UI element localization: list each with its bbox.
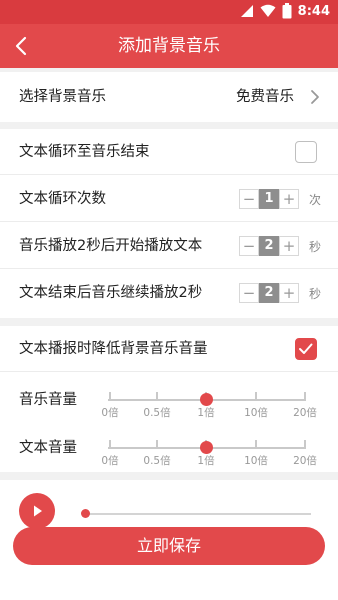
signal-icon [240,5,253,17]
slider-tick [255,392,257,400]
play-icon [34,505,42,517]
wifi-icon [260,4,276,17]
slider-tick-label: 1倍 [197,455,215,467]
loop-count-minus-button[interactable]: − [238,189,259,209]
music-delay-stepper: − 2 + 秒 [238,236,321,256]
slider-tick-label: 10倍 [244,455,268,467]
loop-to-end-row: 文本循环至音乐结束 [0,129,338,175]
back-arrow-icon[interactable] [8,32,36,60]
slider-tick [304,392,306,400]
player-panel: 立即保存 [0,480,338,600]
loop-count-row: 文本循环次数 − 1 + 次 [0,176,338,222]
music-delay-label: 音乐播放2秒后开始播放文本 [19,238,203,254]
slider-tick-label: 0.5倍 [143,455,171,467]
music-delay-row: 音乐播放2秒后开始播放文本 − 2 + 秒 [0,223,338,269]
page-title: 添加背景音乐 [118,36,220,56]
music-volume-label: 音乐音量 [19,392,77,408]
battery-icon [282,3,292,19]
lower-volume-label: 文本播报时降低背景音乐音量 [19,341,208,357]
status-bar: 8:44 [0,0,338,24]
text-volume-row: 文本音量 0倍 0.5倍 1倍 10倍 20倍 [0,430,338,476]
after-text-minus-button[interactable]: − [238,283,259,303]
loop-count-plus-button[interactable]: + [278,189,299,209]
slider-tick-label: 20倍 [293,407,317,419]
loop-count-label: 文本循环次数 [19,191,106,207]
music-volume-row: 音乐音量 0倍 0.5倍 1倍 10倍 20倍 [0,382,338,428]
bg-music-section: 选择背景音乐 免费音乐 [0,72,338,122]
slider-tick-label: 0倍 [101,407,119,419]
playback-progress-knob[interactable] [81,509,90,518]
app-bar: 添加背景音乐 [0,24,338,68]
clock-time: 8:44 [297,3,330,19]
status-icons: 8:44 [240,3,330,19]
after-text-plus-button[interactable]: + [278,283,299,303]
after-text-row: 文本结束后音乐继续播放2秒 − 2 + 秒 [0,270,338,316]
music-delay-value: 2 [258,236,279,256]
text-volume-knob[interactable] [200,441,213,454]
music-volume-knob[interactable] [200,393,213,406]
play-button[interactable] [19,493,55,529]
slider-tick [109,392,111,400]
selected-music-value: 免费音乐 [236,89,294,105]
loop-count-stepper: − 1 + 次 [238,189,321,209]
slider-tick-label: 0倍 [101,455,119,467]
chevron-right-icon [311,90,319,104]
music-delay-unit: 秒 [308,239,321,254]
loop-to-end-checkbox[interactable] [295,141,317,163]
playback-progress-track[interactable] [85,513,311,515]
loop-count-unit: 次 [308,192,321,207]
loop-to-end-label: 文本循环至音乐结束 [19,144,150,160]
loop-count-value: 1 [258,189,279,209]
slider-tick-label: 0.5倍 [143,407,171,419]
save-now-button[interactable]: 立即保存 [13,527,325,565]
slider-tick [109,440,111,448]
slider-tick [304,440,306,448]
after-text-stepper: − 2 + 秒 [238,283,321,303]
music-delay-plus-button[interactable]: + [278,236,299,256]
select-bg-music-row[interactable]: 选择背景音乐 免费音乐 [0,74,338,120]
lower-volume-row: 文本播报时降低背景音乐音量 [0,326,338,372]
slider-tick-label: 1倍 [197,407,215,419]
after-text-label: 文本结束后音乐继续播放2秒 [19,285,203,301]
slider-tick [156,392,158,400]
checkmark-icon [299,343,313,354]
select-bg-music-label: 选择背景音乐 [19,89,106,105]
after-text-unit: 秒 [308,286,321,301]
slider-tick [156,440,158,448]
text-volume-label: 文本音量 [19,440,77,456]
slider-tick [255,440,257,448]
slider-tick-label: 20倍 [293,455,317,467]
loop-section: 文本循环至音乐结束 文本循环次数 − 1 + 次 音乐播放2秒后开始播放文本 −… [0,129,338,318]
music-delay-minus-button[interactable]: − [238,236,259,256]
lower-volume-checkbox[interactable] [295,338,317,360]
after-text-value: 2 [258,283,279,303]
slider-tick-label: 10倍 [244,407,268,419]
volume-section: 文本播报时降低背景音乐音量 音乐音量 0倍 0.5倍 1倍 10倍 20倍 文本音量 0… [0,326,338,472]
